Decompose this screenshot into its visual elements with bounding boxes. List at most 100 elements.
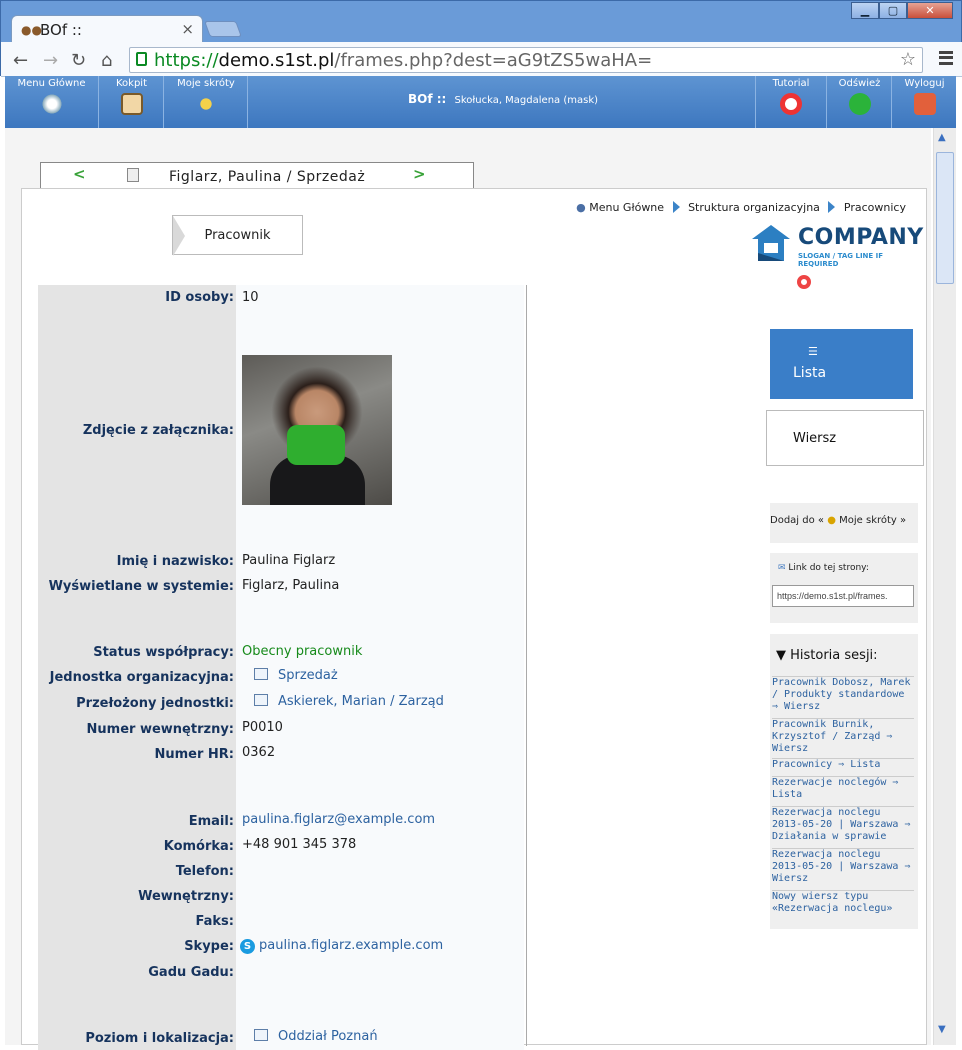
lista-button[interactable]: ☰ Lista: [770, 329, 913, 399]
field-label: Wyświetlane w systemie:: [38, 574, 236, 599]
bee-icon: [195, 93, 217, 115]
breadcrumb-item[interactable]: Menu Główne: [589, 201, 664, 214]
close-tab-icon[interactable]: ×: [181, 20, 194, 38]
odswiez-button[interactable]: Odśwież: [828, 76, 892, 128]
window-controls: ▁ ▢ ✕: [851, 2, 953, 19]
scrollbar-thumb[interactable]: [936, 152, 954, 284]
history-item[interactable]: Rezerwacja noclegu 2013-05-20 | Warszawa…: [772, 848, 914, 885]
field-label: Numer wewnętrzny:: [38, 717, 236, 742]
record-panel: ● Menu Główne Struktura organizacyjna Pr…: [21, 188, 927, 1050]
browser-menu-icon[interactable]: [939, 51, 953, 65]
history-item[interactable]: Pracownik Dobosz, Marek / Produkty stand…: [772, 676, 914, 713]
maximize-button[interactable]: ▢: [879, 2, 907, 19]
boss-link[interactable]: Askierek, Marian / Zarząd: [278, 694, 444, 709]
spacer-row: [38, 311, 524, 351]
field-value: 0362: [236, 742, 524, 767]
field-row: Wewnętrzny:: [38, 884, 524, 909]
kokpit-button[interactable]: Kokpit: [100, 76, 164, 128]
field-value: +48 901 345 378: [236, 834, 524, 859]
current-user: Skołucka, Magdalena (mask): [454, 95, 599, 106]
close-window-button[interactable]: ✕: [907, 2, 953, 19]
record-title: Figlarz, Paulina / Sprzedaż: [169, 169, 366, 185]
field-row: Gadu Gadu:: [38, 960, 524, 985]
field-label: Imię i nazwisko:: [38, 549, 236, 574]
employee-photo[interactable]: [242, 355, 392, 505]
list-icon: ☰: [808, 345, 818, 358]
add-prefix: Dodaj do «: [770, 515, 825, 526]
browser-chrome: ●● BOf :: × ▁ ▢ ✕ ← → ↻ ⌂ https://demo.s…: [0, 0, 962, 77]
field-label: Faks:: [38, 909, 236, 934]
record-fields: ID osoby: 10 Zdjęcie z załącznika: Imię …: [38, 285, 527, 1050]
field-row: Numer HR: 0362: [38, 742, 524, 767]
wyloguj-button[interactable]: Wyloguj: [893, 76, 956, 128]
new-tab-button[interactable]: [204, 21, 242, 37]
lista-label: Lista: [793, 365, 827, 381]
prev-record-icon[interactable]: <: [73, 165, 86, 183]
add-shortcut-link[interactable]: Moje skróty: [839, 515, 897, 526]
home-icon[interactable]: ⌂: [101, 50, 112, 71]
odswiez-label: Odśwież: [838, 78, 881, 89]
location-link[interactable]: Oddział Poznań: [278, 1029, 378, 1044]
scroll-up-icon[interactable]: ▲: [938, 132, 946, 143]
field-row: Numer wewnętrzny: P0010: [38, 717, 524, 742]
history-title[interactable]: ▼ Historia sesji:: [770, 634, 918, 663]
field-label: Jednostka organizacyjna:: [38, 665, 236, 691]
scroll-down-icon[interactable]: ▼: [938, 1024, 946, 1035]
field-row: Telefon:: [38, 859, 524, 884]
wiersz-button[interactable]: Wiersz: [766, 410, 924, 466]
app-header: Menu Główne Kokpit Moje skróty BOf :: Sk…: [5, 76, 956, 128]
unit-doc-icon: [254, 668, 268, 680]
reload-icon[interactable]: ↻: [71, 50, 86, 71]
field-row: Poziom i lokalizacja: Oddział Poznań: [38, 1025, 524, 1050]
breadcrumb-item[interactable]: Struktura organizacyjna: [688, 201, 820, 214]
status-value: Obecny pracownik: [236, 640, 524, 665]
browser-tab[interactable]: ●● BOf :: ×: [11, 15, 203, 43]
logo-slogan: SLOGAN / TAG LINE IF REQUIRED: [798, 252, 884, 268]
history-item[interactable]: Pracownicy ⇒ Lista: [772, 758, 914, 771]
address-bar[interactable]: https://demo.s1st.pl/frames.php?dest=aG9…: [129, 47, 923, 73]
field-value: 10: [236, 285, 524, 311]
tutorial-label: Tutorial: [772, 78, 810, 89]
history-item[interactable]: Pracownik Burnik, Krzysztof / Zarząd ⇒ W…: [772, 718, 914, 755]
moje-skroty-label: Moje skróty: [177, 78, 235, 89]
history-item[interactable]: Rezerwacje noclegów ⇒ Lista: [772, 776, 914, 801]
field-value: Paulina Figlarz: [236, 549, 524, 574]
record-tab: < Figlarz, Paulina / Sprzedaż >: [40, 162, 474, 188]
breadcrumb-arrow-icon: [828, 201, 836, 213]
field-label: Gadu Gadu:: [38, 960, 236, 985]
menu-glowne-button[interactable]: Menu Główne: [5, 76, 99, 128]
breadcrumb-item[interactable]: Pracownicy: [844, 201, 906, 214]
field-label: ID osoby:: [38, 285, 236, 311]
pracownik-button[interactable]: Pracownik: [172, 215, 303, 256]
forward-arrow-icon[interactable]: →: [43, 50, 58, 71]
bookmark-star-icon[interactable]: ☆: [900, 49, 916, 70]
spacer-row: [38, 767, 524, 809]
session-history: ▼ Historia sesji: Pracownik Dobosz, Mare…: [770, 634, 918, 929]
email-link[interactable]: paulina.figlarz@example.com: [236, 809, 524, 834]
skype-link[interactable]: paulina.figlarz.example.com: [259, 938, 443, 953]
back-arrow-icon[interactable]: ←: [13, 50, 28, 71]
menu-glowne-label: Menu Główne: [17, 78, 86, 89]
next-record-icon[interactable]: >: [413, 165, 426, 183]
page-scrollbar[interactable]: ▲ ▼: [933, 128, 956, 1045]
help-lifebuoy-icon[interactable]: [797, 275, 811, 289]
photo-row: Zdjęcie z załącznika:: [38, 351, 524, 509]
history-item[interactable]: Nowy wiersz typu «Rezerwacja noclegu»: [772, 890, 914, 915]
tutorial-button[interactable]: Tutorial: [755, 76, 827, 128]
refresh-icon: [848, 93, 871, 115]
loc-doc-icon: [254, 1029, 268, 1041]
url-scheme: https://: [154, 50, 219, 71]
field-label: Status współpracy:: [38, 640, 236, 665]
bee-icon: ●: [827, 515, 836, 526]
page-link-input[interactable]: [772, 585, 914, 607]
power-icon: [913, 93, 936, 115]
boss-doc-icon: [254, 694, 268, 706]
add-suffix: »: [900, 515, 907, 526]
company-logo: COMPANY SLOGAN / TAG LINE IF REQUIRED: [752, 223, 923, 268]
unit-link[interactable]: Sprzedaż: [278, 668, 338, 683]
minimize-button[interactable]: ▁: [851, 2, 879, 19]
moje-skroty-button[interactable]: Moje skróty: [165, 76, 248, 128]
history-item[interactable]: Rezerwacja noclegu 2013-05-20 | Warszawa…: [772, 806, 914, 843]
field-row: Faks:: [38, 909, 524, 934]
skype-icon: S: [240, 939, 255, 954]
